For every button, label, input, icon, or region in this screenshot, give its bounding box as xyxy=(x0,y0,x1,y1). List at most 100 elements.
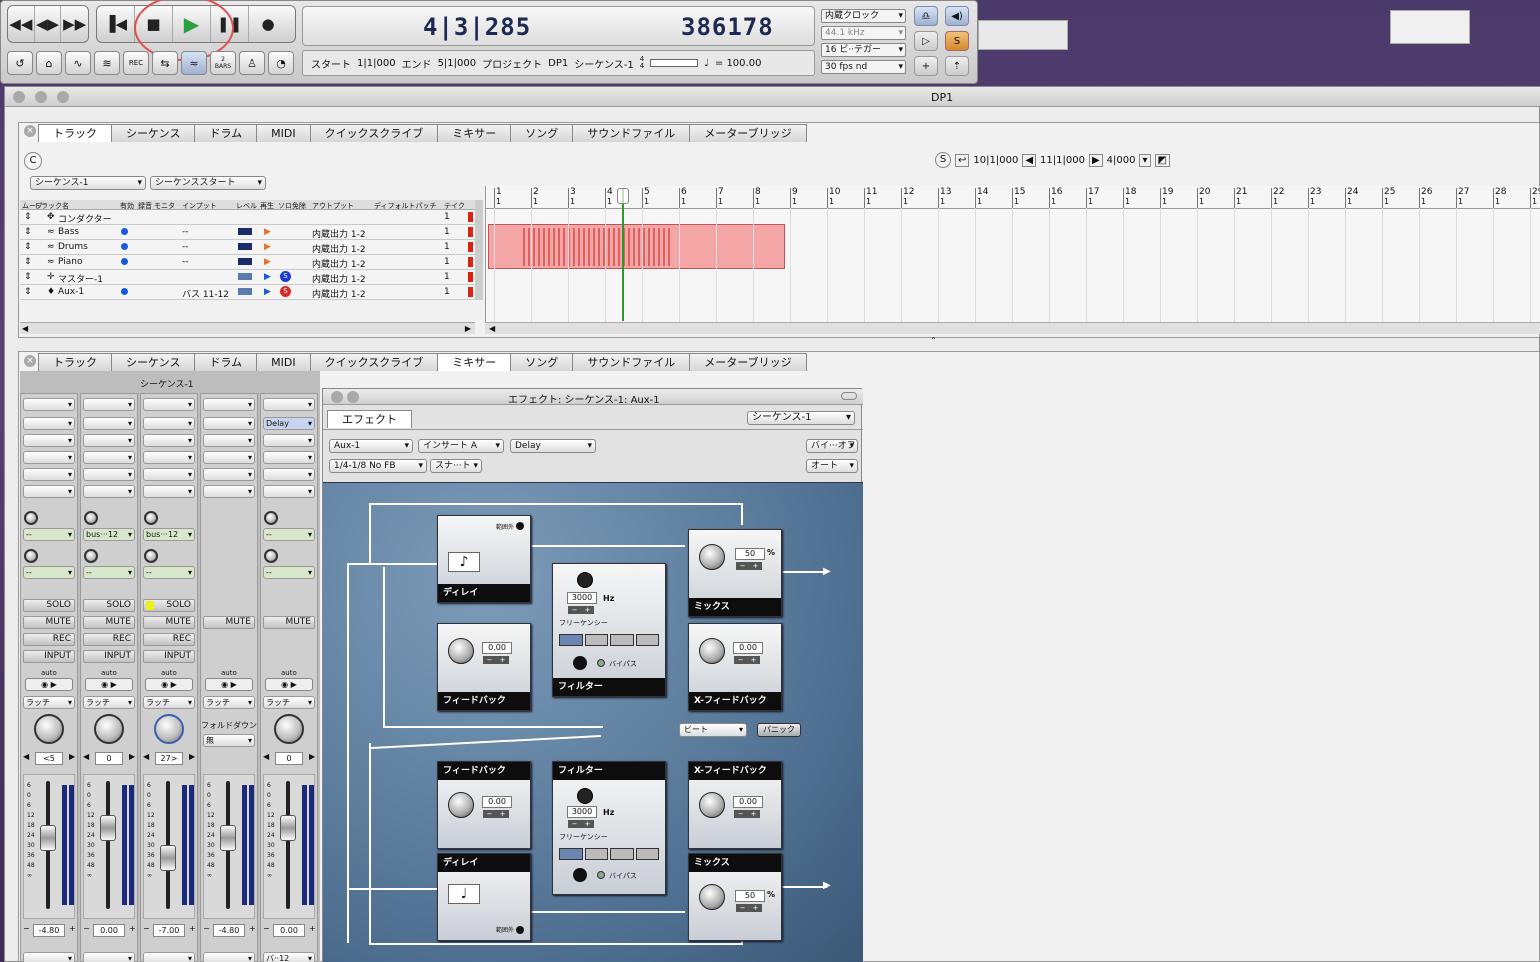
fx-auto-select[interactable]: オート xyxy=(806,459,858,473)
tracks-tab-1[interactable]: シーケンス xyxy=(111,124,196,142)
tempo-value[interactable]: = 100.00 xyxy=(715,58,762,69)
xfb-stepper[interactable]: − + xyxy=(734,656,760,664)
input-button[interactable]: INPUT xyxy=(83,650,135,663)
mix-knob-bottom[interactable] xyxy=(699,884,725,910)
automation-play-rec-buttons[interactable]: ◉ ▶ xyxy=(265,678,313,691)
send2-select[interactable]: -- xyxy=(263,566,315,579)
strip-top-select[interactable] xyxy=(23,398,75,411)
mute-button[interactable]: MUTE xyxy=(23,616,75,629)
pan-left-icon[interactable]: ◀ xyxy=(23,752,29,761)
record-button[interactable]: ● xyxy=(249,6,287,42)
locator-s-button[interactable]: S xyxy=(935,152,951,168)
insert-select[interactable] xyxy=(23,434,75,447)
xfb-value-bottom[interactable]: 0.00 xyxy=(733,796,763,808)
track-take[interactable]: 1 xyxy=(444,242,450,252)
send-knob[interactable] xyxy=(144,549,158,563)
rec-button[interactable]: REC xyxy=(23,633,75,646)
feedback-stepper-bottom[interactable]: − + xyxy=(483,810,509,818)
track-output[interactable]: 内蔵出力 1-2 xyxy=(312,242,366,255)
pan-left-icon[interactable]: ◀ xyxy=(143,752,149,761)
tracks-tab-5[interactable]: ミキサー xyxy=(437,124,512,142)
input-button[interactable]: ♎ xyxy=(914,6,938,26)
volume-value[interactable]: 0.00 xyxy=(273,924,305,937)
track-row[interactable]: ⇕ ✥ コンダクター 1 xyxy=(20,210,475,225)
move-handle-icon[interactable]: ⇕ xyxy=(24,227,32,237)
pan-knob[interactable] xyxy=(34,714,64,744)
insert-select[interactable] xyxy=(23,451,75,464)
send-knob[interactable] xyxy=(84,549,98,563)
volume-value[interactable]: 0.00 xyxy=(93,924,125,937)
rewind-button[interactable]: ◀◀ xyxy=(8,6,35,42)
bandpass-icon[interactable] xyxy=(584,848,608,860)
send-knob[interactable] xyxy=(264,511,278,525)
pan-value[interactable]: 0 xyxy=(275,752,303,765)
track-output[interactable]: 内蔵出力 1-2 xyxy=(312,287,366,300)
automation-mode-select[interactable]: ラッチ xyxy=(143,696,195,709)
beat-select[interactable]: ビート xyxy=(679,723,747,737)
track-take[interactable]: 1 xyxy=(444,272,450,282)
rec-button[interactable]: REC xyxy=(83,633,135,646)
insert-select[interactable]: Delay xyxy=(263,417,315,430)
send-knob[interactable] xyxy=(24,549,38,563)
effects-sequence-select[interactable]: シーケンス-1 xyxy=(747,411,855,425)
timeline-scroll-left-icon[interactable]: ◀ xyxy=(489,324,495,333)
fx-preset-select[interactable]: 1/4-1/8 No FB xyxy=(329,459,427,473)
speaker-button[interactable]: ◀) xyxy=(945,6,969,26)
insert-select[interactable] xyxy=(83,468,135,481)
xfb-knob-bottom[interactable] xyxy=(699,792,725,818)
xfb-stepper-bottom[interactable]: − + xyxy=(734,810,760,818)
track-output[interactable]: 内蔵出力 1-2 xyxy=(312,227,366,240)
bypass-led-bottom[interactable] xyxy=(597,871,605,879)
notch-icon[interactable] xyxy=(610,634,634,646)
input-button[interactable]: INPUT xyxy=(143,650,195,663)
volume-minus-icon[interactable]: − xyxy=(23,924,30,933)
mixer-tab-1[interactable]: シーケンス xyxy=(111,353,196,371)
pan-knob[interactable] xyxy=(274,714,304,744)
volume-minus-icon[interactable]: − xyxy=(263,924,270,933)
fx-insert-select[interactable]: インサート A xyxy=(418,439,504,453)
mixer-tab-2[interactable]: ドラム xyxy=(194,353,258,371)
insert-select[interactable] xyxy=(23,468,75,481)
scroll-right-icon[interactable]: ▶ xyxy=(465,324,471,333)
play-enable-icon[interactable]: ▶ xyxy=(264,257,271,267)
shuttle-button[interactable]: ◀▶ xyxy=(35,6,62,42)
pan-value[interactable]: 0 xyxy=(95,752,123,765)
mute-button[interactable]: MUTE xyxy=(203,616,255,629)
mixer-tab-3[interactable]: MIDI xyxy=(256,353,311,371)
sequence-start-select[interactable]: シーケンススタート xyxy=(150,176,266,190)
feedback-value[interactable]: 0.00 xyxy=(482,642,512,654)
pan-left-icon[interactable]: ◀ xyxy=(263,752,269,761)
mixer-tab-5[interactable]: ミキサー xyxy=(437,353,512,371)
enable-indicator[interactable] xyxy=(121,258,128,265)
xfb-knob[interactable] xyxy=(699,638,725,664)
tool-button-1[interactable]: ↺ xyxy=(7,51,33,75)
tool-button-3[interactable]: ∿ xyxy=(65,51,91,75)
mixer-tab-0[interactable]: トラック xyxy=(38,353,112,371)
filter-knob[interactable] xyxy=(573,656,587,670)
track-name[interactable]: Bass xyxy=(58,227,79,237)
move-handle-icon[interactable]: ⇕ xyxy=(24,272,32,282)
mixer-tab-7[interactable]: サウンドファイル xyxy=(572,353,691,371)
fast-forward-button[interactable]: ▶▶ xyxy=(61,6,88,42)
send-knob[interactable] xyxy=(144,511,158,525)
solo-exempt-icon[interactable]: S xyxy=(280,271,291,282)
tracks-tab-6[interactable]: ソング xyxy=(510,124,574,142)
move-handle-icon[interactable]: ⇕ xyxy=(24,212,32,222)
insert-select[interactable] xyxy=(203,468,255,481)
mix-value-bottom[interactable]: 50 xyxy=(735,890,765,902)
tool-button-6[interactable]: ⇆ xyxy=(152,51,178,75)
mix-stepper-bottom[interactable]: − + xyxy=(736,904,762,912)
volume-fader[interactable] xyxy=(40,825,56,851)
tracks-tab-2[interactable]: ドラム xyxy=(194,124,258,142)
volume-value[interactable]: -7.00 xyxy=(153,924,185,937)
send2-select[interactable]: -- xyxy=(83,566,135,579)
mute-button[interactable]: MUTE xyxy=(83,616,135,629)
pan-right-icon[interactable]: ▶ xyxy=(129,752,135,761)
insert-select[interactable] xyxy=(203,485,255,498)
send1-select[interactable]: bus···12 xyxy=(143,528,195,541)
insert-select[interactable] xyxy=(203,417,255,430)
up-button[interactable]: ⇡ xyxy=(945,56,969,76)
track-output[interactable]: 内蔵出力 1-2 xyxy=(312,272,366,285)
fx-plugin-select[interactable]: Delay xyxy=(510,439,596,453)
volume-plus-icon[interactable]: + xyxy=(249,924,256,933)
